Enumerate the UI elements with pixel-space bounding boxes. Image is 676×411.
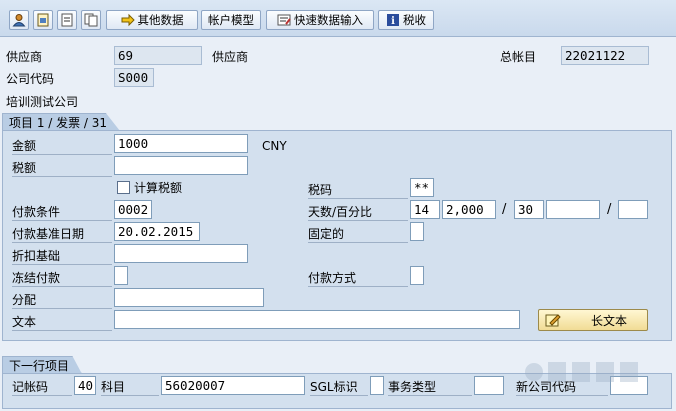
company-code-field[interactable]: S000: [114, 68, 154, 87]
assignment-input[interactable]: [114, 288, 264, 307]
transaction-type-label: 事务类型: [388, 380, 437, 394]
payment-terms-underline: [12, 220, 112, 221]
baseline-date-input[interactable]: 20.02.2015: [114, 222, 200, 241]
next-tab-title: 下一行项目: [9, 359, 70, 373]
payment-terms-label: 付款条件: [12, 205, 61, 219]
days2-input[interactable]: 30: [514, 200, 544, 219]
assignment-underline: [12, 308, 112, 309]
payment-block-underline: [12, 286, 112, 287]
tax-label: 税收: [403, 13, 426, 27]
vendor-label: 供应商: [6, 50, 43, 64]
document-icon: [37, 13, 49, 27]
long-text-button[interactable]: 长文本: [538, 309, 648, 331]
watermark-logo: [525, 362, 638, 382]
vendor-name-label: 供应商: [212, 50, 249, 64]
sgl-indicator-input[interactable]: [370, 376, 384, 395]
company-name-text: 培训测试公司: [6, 95, 79, 109]
tab-item: 项目 1 / 发票 / 31: [2, 113, 120, 131]
transaction-type-input[interactable]: [474, 376, 504, 395]
tax-amount-input[interactable]: [114, 156, 248, 175]
sgl-underline: [310, 395, 368, 396]
days3-input[interactable]: [618, 200, 648, 219]
edit-list-icon: [277, 14, 291, 26]
tax-amount-label: 税额: [12, 161, 37, 175]
days-percent-label: 天数/百分比: [308, 205, 373, 219]
baseline-date-underline: [12, 242, 112, 243]
payment-method-label: 付款方式: [308, 271, 357, 285]
payment-method-input[interactable]: [410, 266, 424, 285]
text-input[interactable]: [114, 310, 520, 329]
discount-base-label: 折扣基础: [12, 249, 61, 263]
trans-type-underline: [388, 395, 472, 396]
tax-amount-underline: [12, 176, 112, 177]
gl-account-label: 总帐目: [500, 50, 537, 64]
copy-icon: [84, 13, 98, 27]
copy-icon-button[interactable]: [81, 10, 101, 30]
arrow-right-icon: [121, 13, 135, 27]
tax-code-underline: [308, 198, 408, 199]
payment-terms-input[interactable]: 0002: [114, 200, 152, 219]
posting-key-label: 记帐码: [12, 380, 49, 394]
fixed-underline: [308, 242, 408, 243]
discount-base-input[interactable]: [114, 244, 248, 263]
account-model-label: 帐户模型: [208, 13, 254, 27]
fast-data-entry-button[interactable]: 快速数据输入: [266, 10, 374, 30]
fixed-input[interactable]: [410, 222, 424, 241]
item-tab-title: 项目 1 / 发票 / 31: [9, 116, 108, 130]
payment-block-label: 冻结付款: [12, 271, 61, 285]
application-toolbar: 其他数据 帐户模型 快速数据输入 i 税收: [0, 0, 676, 37]
long-text-label: 长文本: [591, 313, 628, 328]
discount-base-underline: [12, 264, 112, 265]
days-percent-underline: [308, 220, 408, 221]
pencil-note-icon: [545, 314, 561, 327]
amount-label-underline: [12, 154, 112, 155]
text-label: 文本: [12, 315, 37, 329]
tax-code-label: 税码: [308, 183, 333, 197]
text-underline: [12, 330, 112, 331]
account-underline: [101, 395, 159, 396]
assignment-label: 分配: [12, 293, 37, 307]
tax-code-input[interactable]: **: [410, 178, 434, 197]
other-data-button[interactable]: 其他数据: [106, 10, 198, 30]
currency-text: CNY: [262, 139, 287, 153]
tab-next-line-item: 下一行项目: [2, 356, 82, 374]
account-label: 科目: [101, 380, 126, 394]
new-cc-underline: [516, 395, 608, 396]
amount-input[interactable]: 1000: [114, 134, 248, 153]
calc-tax-checkbox[interactable]: [117, 181, 130, 194]
vendor-field[interactable]: 69: [114, 46, 202, 65]
calc-tax-label: 计算税额: [134, 181, 183, 195]
person-icon-button[interactable]: [9, 10, 29, 30]
fixed-label: 固定的: [308, 227, 345, 241]
account-input[interactable]: 56020007: [161, 376, 305, 395]
payment-method-underline: [308, 286, 408, 287]
gl-account-field[interactable]: 22021122: [561, 46, 649, 65]
person-icon: [12, 14, 26, 27]
baseline-date-label: 付款基准日期: [12, 227, 85, 241]
fast-data-entry-label: 快速数据输入: [294, 13, 363, 27]
tax-button[interactable]: i 税收: [378, 10, 434, 30]
amount-label: 金额: [12, 139, 37, 153]
percent1-input[interactable]: 2,000: [442, 200, 496, 219]
separator-slash-1: /: [502, 202, 507, 217]
document-icon-button[interactable]: [33, 10, 53, 30]
percent2-input[interactable]: [546, 200, 600, 219]
company-code-label: 公司代码: [6, 72, 55, 86]
document-list-icon: [61, 13, 73, 27]
account-model-button[interactable]: 帐户模型: [201, 10, 261, 30]
separator-slash-2: /: [607, 202, 612, 217]
days1-input[interactable]: 14: [410, 200, 440, 219]
info-icon: i: [387, 14, 399, 27]
document-list-icon-button[interactable]: [57, 10, 77, 30]
other-data-label: 其他数据: [137, 13, 184, 27]
posting-key-input[interactable]: 40: [74, 376, 96, 395]
posting-key-underline: [12, 395, 72, 396]
payment-block-input[interactable]: [114, 266, 128, 285]
sgl-indicator-label: SGL标识: [310, 380, 358, 394]
svg-text:i: i: [391, 16, 395, 27]
